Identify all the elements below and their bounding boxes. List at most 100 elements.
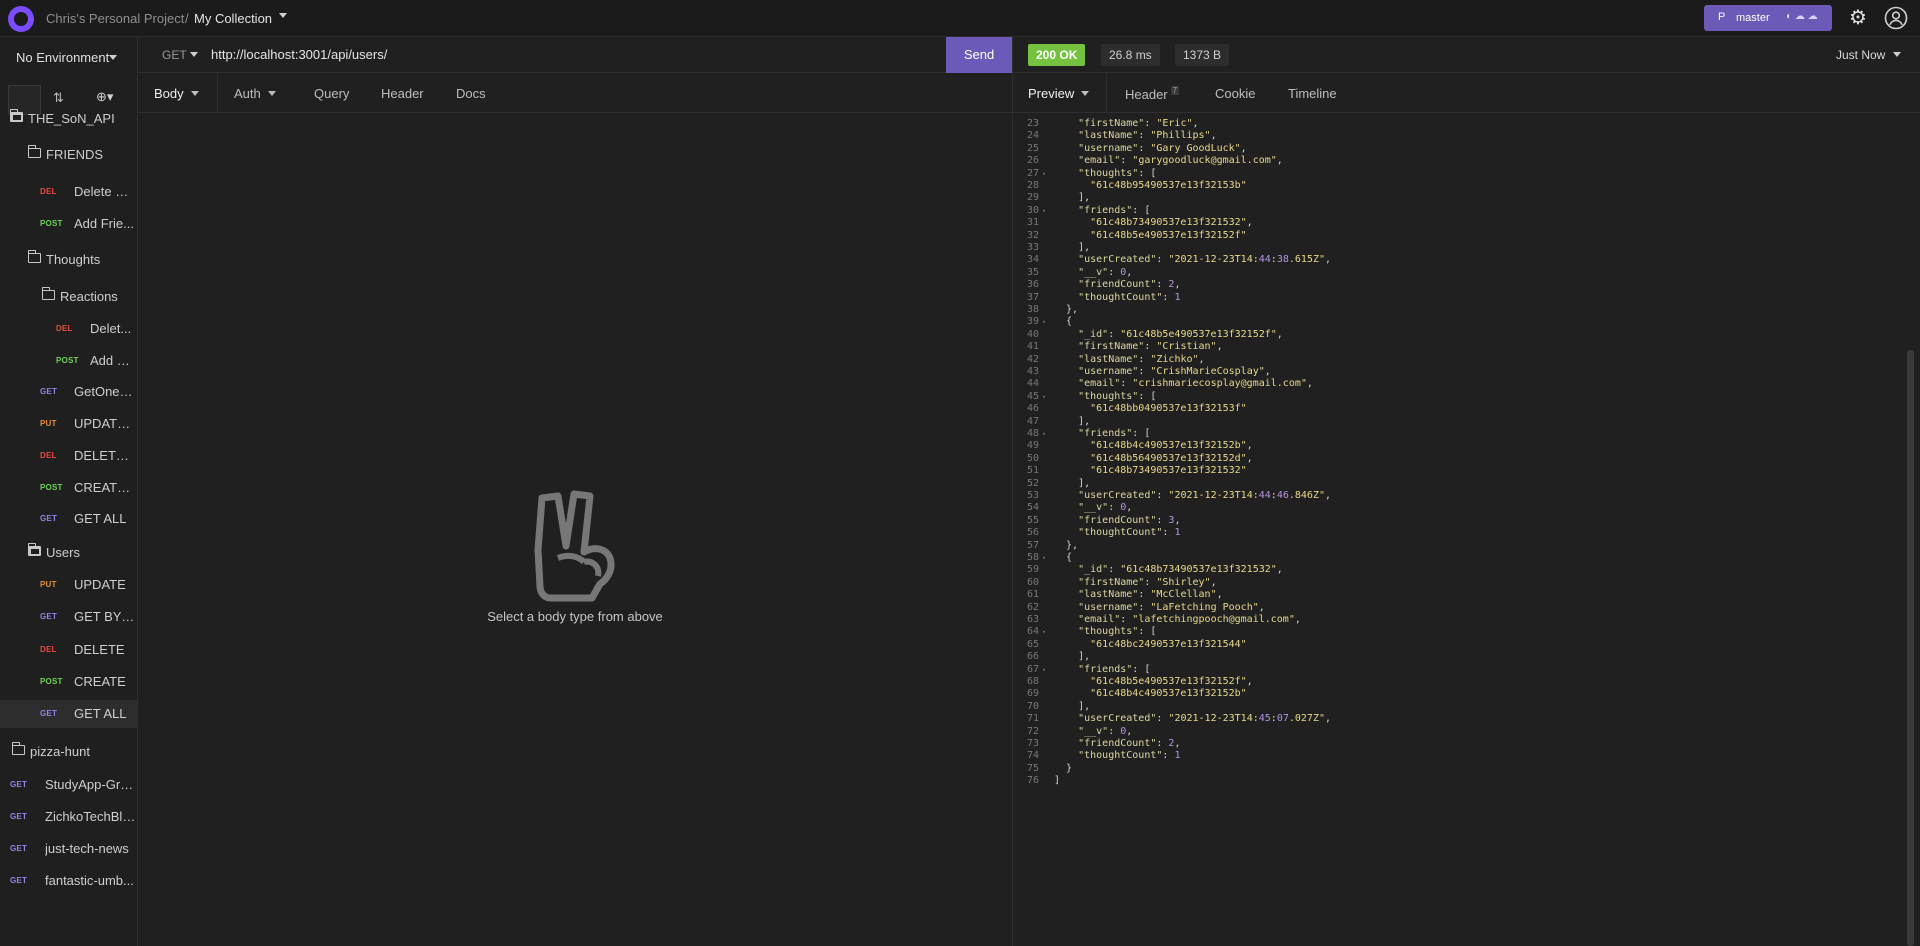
sidebar-folder-0[interactable]: THE_SoN_API	[0, 105, 137, 133]
tab-query[interactable]: Query	[314, 86, 349, 101]
response-scrollbar[interactable]	[1907, 350, 1914, 946]
chevron-down-icon[interactable]	[109, 55, 117, 60]
breadcrumb-project[interactable]: Chris's Personal Project	[46, 11, 184, 26]
method-badge: GET	[10, 876, 28, 885]
fold-toggle-icon[interactable]: ▾	[1042, 554, 1046, 562]
code-text: "friendCount": 3,	[1078, 514, 1181, 526]
method-badge: DEL	[40, 187, 57, 196]
chevron-down-icon[interactable]	[1893, 52, 1901, 57]
chevron-down-icon[interactable]	[279, 13, 287, 18]
add-dropdown-icon[interactable]: ⊕▾	[96, 89, 113, 105]
sidebar-request-label: StudyApp-Gro...	[45, 777, 136, 792]
code-text: "61c48b73490537e13f321532"	[1090, 465, 1247, 477]
response-tabs: Preview Header 7 Cookie Timeline	[1013, 73, 1920, 113]
line-number: 49	[1026, 440, 1039, 452]
url-input[interactable]: http://localhost:3001/api/users/	[211, 47, 911, 62]
tab-divider	[1106, 73, 1107, 113]
fold-toggle-icon[interactable]: ▾	[1042, 666, 1046, 674]
code-text: "email": "crishmariecosplay@gmail.com",	[1078, 378, 1313, 390]
sidebar-folder-19[interactable]: pizza-hunt	[0, 738, 137, 766]
sidebar-request-label: CREATE	[74, 674, 126, 689]
chevron-down-icon	[190, 91, 199, 96]
sidebar-request-20[interactable]: GET StudyApp-Gro...	[0, 771, 137, 799]
sidebar-request-7[interactable]: POST Add R...	[0, 347, 137, 375]
fold-toggle-icon[interactable]: ▾	[1042, 628, 1046, 636]
line-number: 58	[1026, 552, 1039, 563]
send-button[interactable]: Send	[946, 37, 1012, 73]
sidebar-request-10[interactable]: DEL DELETE ...	[0, 442, 137, 470]
tab-docs[interactable]: Docs	[456, 86, 486, 101]
tab-cookie[interactable]: Cookie	[1215, 86, 1255, 101]
code-text: ]	[1054, 775, 1061, 787]
method-select[interactable]: GET	[162, 48, 187, 62]
tab-response-header[interactable]: Header 7	[1125, 86, 1180, 102]
fold-toggle-icon[interactable]: ▾	[1042, 430, 1046, 438]
sidebar-request-2[interactable]: DEL Delete Fr...	[0, 178, 137, 206]
sort-icon[interactable]: ⇅	[53, 90, 64, 106]
sidebar-request-17[interactable]: POST CREATE	[0, 668, 137, 696]
sidebar-request-label: Delet...	[90, 321, 132, 336]
code-text: ],	[1054, 477, 1091, 489]
sidebar-folder-1[interactable]: FRIENDS	[0, 141, 137, 169]
tab-preview[interactable]: Preview	[1028, 86, 1090, 101]
sidebar-request-18[interactable]: GET GET ALL	[0, 700, 137, 728]
line-number: 27	[1026, 167, 1039, 179]
sidebar-folder-label: Users	[46, 545, 80, 560]
sidebar-request-9[interactable]: PUT UPDATE ...	[0, 410, 137, 438]
git-sync-button[interactable]: P master ◐ ☁ ☁	[1704, 5, 1832, 31]
line-number: 39	[1026, 316, 1039, 328]
sidebar-request-23[interactable]: GET fantastic-umb...	[0, 867, 137, 895]
code-text: "thoughts": [	[1078, 390, 1157, 402]
code-text: },	[1054, 304, 1079, 315]
header-count-badge: 7	[1170, 86, 1180, 95]
code-text: "61c48b95490537e13f32153b"	[1090, 180, 1247, 191]
code-text: "lastName": "McClellan",	[1078, 589, 1223, 601]
fold-toggle-icon[interactable]: ▾	[1042, 393, 1046, 401]
tab-timeline[interactable]: Timeline	[1288, 86, 1337, 101]
line-number: 67	[1026, 663, 1039, 675]
sidebar-request-label: fantastic-umb...	[45, 873, 134, 888]
breadcrumb-collection[interactable]: My Collection	[194, 11, 272, 26]
response-preview[interactable]: 23 "firstName": "Eric", 24 "lastName": "P…	[1013, 113, 1920, 946]
fold-toggle-icon[interactable]: ▾	[1042, 207, 1046, 215]
code-text: "firstName": "Shirley",	[1078, 576, 1217, 588]
sidebar-folder-4[interactable]: Thoughts	[0, 246, 137, 274]
line-number: 24	[1026, 130, 1039, 142]
sidebar-request-label: just-tech-news	[45, 841, 129, 856]
sidebar-request-11[interactable]: POST CREATE ...	[0, 474, 137, 502]
folder-icon	[11, 742, 25, 755]
tab-body[interactable]: Body	[154, 86, 199, 101]
sidebar-request-15[interactable]: GET GET BY ID	[0, 603, 137, 631]
folder-icon	[27, 145, 41, 158]
sidebar-request-21[interactable]: GET ZichkoTechBlog	[0, 803, 137, 831]
tab-auth[interactable]: Auth	[234, 86, 276, 101]
sidebar-folder-13[interactable]: Users	[0, 539, 137, 567]
tab-header[interactable]: Header	[381, 86, 424, 101]
environment-select[interactable]: No Environment	[16, 50, 109, 65]
sidebar-request-12[interactable]: GET GET ALL	[0, 505, 137, 533]
sidebar-request-8[interactable]: GET GetOneT...	[0, 378, 137, 406]
sidebar-folder-5[interactable]: Reactions	[0, 283, 137, 311]
code-text: },	[1054, 539, 1079, 551]
sidebar: No Environment ⇅ ⊕▾ THE_SoN_API FRIENDS DE…	[0, 37, 138, 946]
code-text: "thoughtCount": 1	[1078, 291, 1181, 303]
sidebar-request-label: GET ALL	[74, 511, 127, 526]
sidebar-request-3[interactable]: POST Add Frie...	[0, 210, 137, 238]
gear-icon[interactable]: ⚙	[1846, 6, 1870, 30]
line-number: 43	[1026, 366, 1039, 377]
line-number: 51	[1026, 465, 1039, 477]
sidebar-request-6[interactable]: DEL Delet...	[0, 315, 137, 343]
fold-toggle-icon[interactable]: ▾	[1042, 170, 1046, 178]
sidebar-request-14[interactable]: PUT UPDATE	[0, 571, 137, 599]
history-dropdown[interactable]: Just Now	[1836, 48, 1885, 62]
user-icon[interactable]	[1884, 6, 1908, 30]
fold-toggle-icon[interactable]: ▾	[1042, 318, 1046, 326]
code-text: ],	[1054, 415, 1091, 427]
sidebar-request-22[interactable]: GET just-tech-news	[0, 835, 137, 863]
sidebar-request-16[interactable]: DEL DELETE	[0, 636, 137, 664]
line-number: 71	[1026, 713, 1039, 725]
code-text: "userCreated": "2021-12-23T14:44:38.615Z…	[1078, 254, 1332, 266]
chevron-down-icon[interactable]	[190, 52, 198, 57]
insomnia-logo-icon[interactable]	[8, 6, 34, 32]
line-number: 60	[1026, 576, 1039, 588]
